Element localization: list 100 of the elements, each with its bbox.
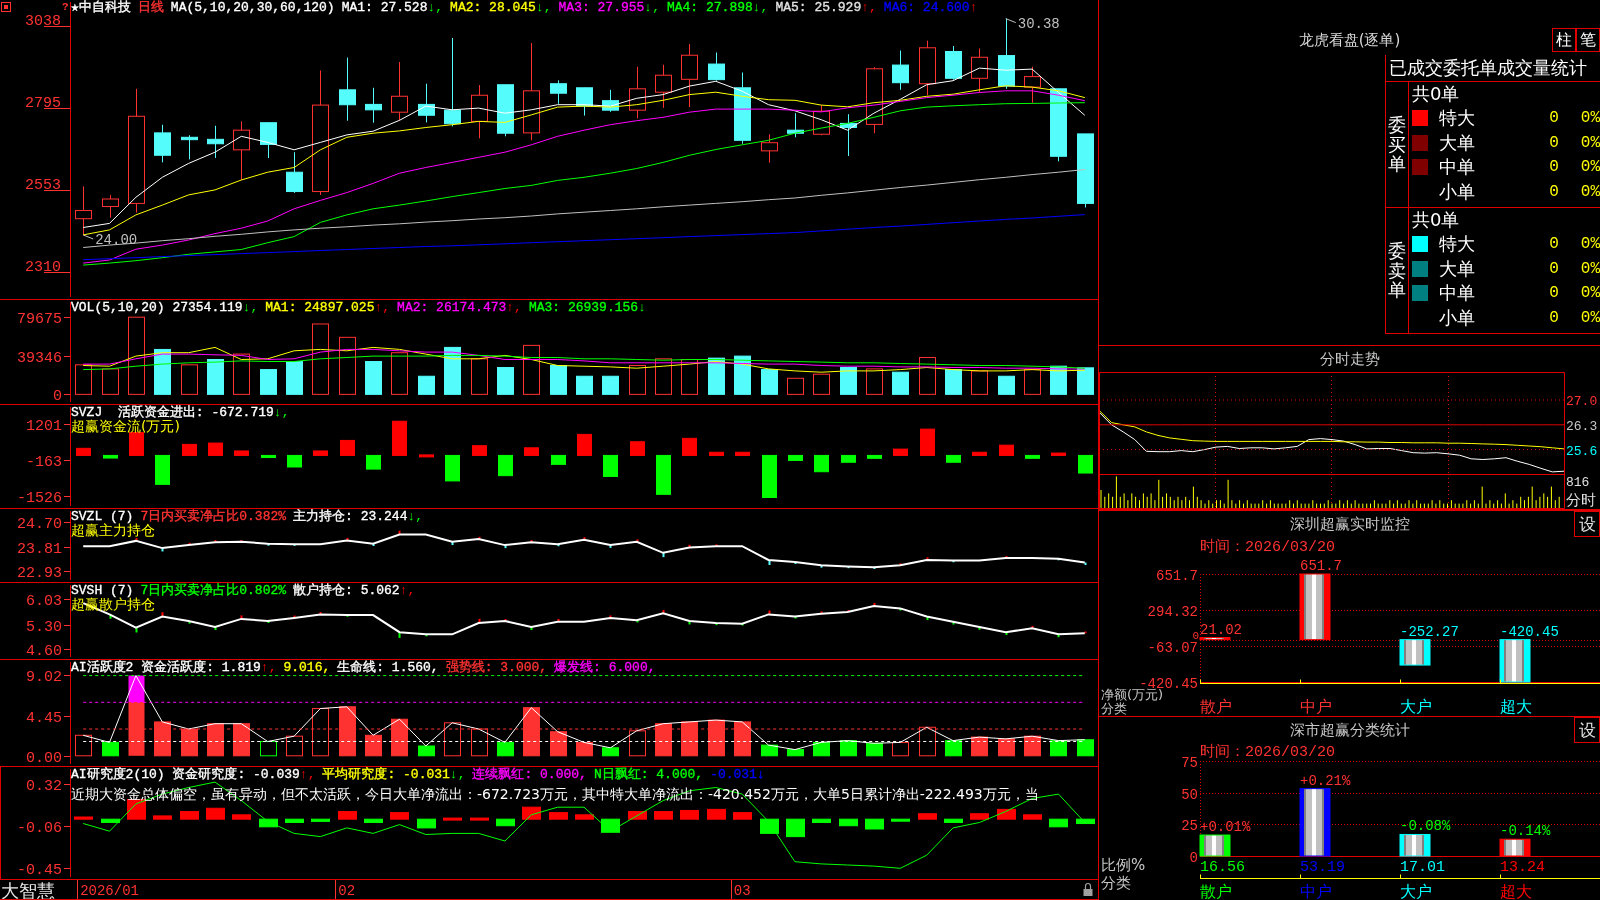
axis-label: 2553: [25, 176, 61, 194]
legend-text: AI活跃度2 资金活跃度: 1.819: [71, 660, 261, 676]
value-label: 13.24: [1500, 859, 1545, 876]
axis-label: 0.32: [26, 777, 62, 795]
axis-label: 651.7: [1156, 567, 1198, 584]
value-label: 53.19: [1300, 859, 1345, 876]
category-label: 大户: [1400, 882, 1432, 900]
legend-text: 生命线: 1.560,: [337, 660, 439, 676]
legend-text: MA2: 28.045: [450, 0, 536, 16]
row-label: 特大: [1439, 233, 1475, 256]
axis-caption: 分类: [1101, 701, 1127, 716]
axis-label: 0: [1189, 849, 1198, 866]
legend-text: -0.031↓: [710, 767, 765, 783]
row-label: 大单: [1439, 131, 1475, 154]
legend-text: N日飘红: 4.000,: [593, 767, 704, 783]
count-value: 0: [1549, 132, 1559, 153]
category-label: 散户: [1200, 697, 1232, 716]
axis-label: -163: [26, 453, 62, 471]
category-label: 超大: [1500, 882, 1532, 900]
legend-text: MA(5,10,20,30,60,120): [170, 0, 335, 16]
axis-label: 816: [1566, 475, 1590, 490]
trend-arrow: ↓,: [242, 300, 259, 316]
count-value: 0: [1549, 157, 1559, 178]
time-label: 时间：2026/03/20: [1200, 744, 1335, 761]
change-label: +0.01%: [1200, 819, 1251, 835]
panel-title: 分时走势: [1319, 350, 1380, 368]
count-value: 0: [1549, 258, 1559, 279]
trend-arrow: ↓,: [449, 767, 466, 783]
axis-label: 75: [1181, 754, 1198, 771]
axis-label: 23.81: [17, 540, 62, 558]
axis-caption: 比例%: [1101, 856, 1146, 874]
axis-label: 2795: [25, 94, 61, 112]
trend-arrow: ↑,: [299, 767, 316, 783]
chart-subtitle: 超赢主力持仓: [71, 524, 155, 537]
legend-text: SVSH (7): [71, 583, 134, 598]
help-mark: ?: [62, 1, 69, 13]
legend-text: 7日内买卖净占比0.382%: [140, 509, 287, 524]
axis-label: 0.00: [26, 749, 62, 766]
panel-title: 龙虎看盘(逐单): [1298, 31, 1401, 49]
trend-arrow: ↓,: [644, 0, 660, 16]
row-label: 中单: [1439, 282, 1475, 305]
date-label: 03: [733, 883, 751, 899]
share-value: 0%: [1580, 307, 1600, 328]
app-name: 大智慧: [1, 880, 55, 899]
panel-title: 深圳超赢实时监控: [1289, 515, 1410, 533]
axis-label: 26.3: [1566, 418, 1598, 434]
value-label: 17.01: [1400, 859, 1445, 876]
axis-label: 79675: [17, 310, 62, 328]
legend-text: 平均研究度: -0.031: [322, 767, 450, 783]
legend-text: MA1: 24897.025: [265, 300, 375, 316]
total-count: 共0单: [1412, 208, 1460, 232]
count-value: 0: [1549, 108, 1559, 129]
share-value: 0%: [1580, 283, 1600, 304]
legend-text: SVZL (7): [71, 509, 134, 524]
axis-label: 4.60: [26, 642, 62, 659]
axis-label: 27.0: [1566, 394, 1598, 409]
axis-label: -0.06: [17, 819, 62, 837]
axis-label: 25: [1181, 817, 1198, 834]
count-value: 0: [1549, 307, 1559, 328]
count-value: 0: [1549, 283, 1559, 304]
row-label: 大单: [1439, 257, 1475, 280]
share-value: 0%: [1580, 132, 1600, 153]
value-label: -420.45: [1500, 623, 1559, 640]
count-value: 0: [1549, 234, 1559, 255]
total-count: 共0单: [1412, 82, 1460, 106]
category-label: 中户: [1300, 697, 1332, 716]
row-label: 小单: [1439, 180, 1475, 203]
trend-arrow: ↑,: [861, 0, 877, 16]
chart-subtitle: 超赢资金流(万元): [71, 420, 180, 433]
change-label: +0.21%: [1300, 772, 1351, 789]
value-label: 16.56: [1200, 859, 1245, 876]
trend-arrow: ↓,: [427, 0, 444, 16]
axis-label: -0.45: [17, 861, 62, 879]
legend-text: AI研究度2(10) 资金研究度: -0.039: [71, 767, 300, 783]
axis-label: 39346: [17, 349, 62, 367]
axis-label: -63.07: [1147, 639, 1198, 656]
axis-label: 2310: [25, 258, 61, 276]
value-label: -252.27: [1400, 623, 1459, 640]
trend-arrow: ↓,: [535, 0, 552, 16]
legend-text: MA5: 25.929: [775, 0, 862, 16]
axis-label: 24.70: [17, 515, 62, 533]
legend-text: 日线: [137, 0, 164, 16]
axis-label: 22.93: [17, 564, 62, 582]
trend-arrow: ↑,: [374, 300, 391, 316]
axis-label: 3038: [25, 12, 61, 30]
row-label: 小单: [1439, 306, 1475, 329]
change-label: -0.08%: [1400, 818, 1451, 835]
legend-text: 强势线: 3.000,: [445, 660, 548, 676]
axis-label: 1201: [26, 417, 62, 435]
axis-label: 9.02: [26, 668, 62, 686]
legend-text: MA3: 27.955: [558, 0, 645, 16]
trend-arrow: ↓,: [273, 405, 290, 421]
axis-label: 6.03: [26, 592, 62, 610]
value-label: 651.7: [1300, 558, 1342, 574]
legend-text: MA1: 27.528: [341, 0, 428, 16]
share-value: 0%: [1580, 234, 1600, 255]
axis-label: 0: [53, 387, 62, 404]
trend-arrow: ↑: [969, 0, 978, 16]
annotation-label: 24.00: [95, 231, 138, 248]
trend-arrow: ↑,: [506, 300, 522, 316]
